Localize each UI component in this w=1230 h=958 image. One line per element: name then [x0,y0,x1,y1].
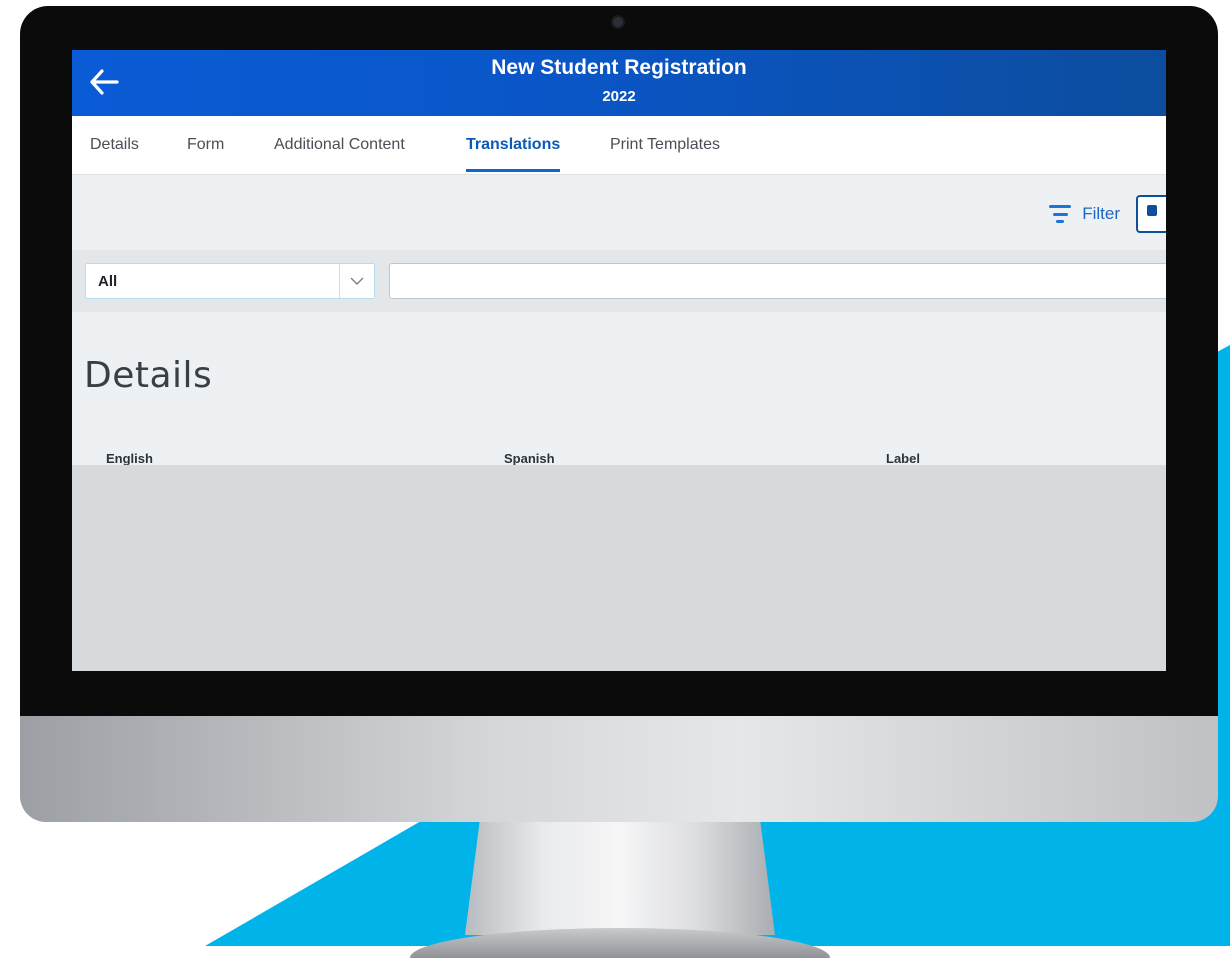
page-title: New Student Registration [491,56,747,79]
tab-details[interactable]: Details [90,116,139,174]
column-header-spanish: Spanish [504,451,555,466]
chevron-down-icon[interactable] [339,264,374,298]
column-header-label: Label [886,451,920,466]
tab-translations[interactable]: Translations [466,116,561,174]
app-header: New Student Registration 2022 [72,50,1166,116]
tab-form[interactable]: Form [187,116,224,174]
content-area: Filter All Details English Spanish Label [72,175,1166,466]
monitor-chin [20,716,1218,822]
tab-bar: Details Form Additional Content Translat… [72,116,1166,175]
filter-icon[interactable] [1048,205,1072,223]
page-subtitle: 2022 [602,88,636,105]
tab-additional-content[interactable]: Additional Content [274,116,405,174]
tab-print-templates[interactable]: Print Templates [610,116,720,174]
filter-button[interactable]: Filter [1082,204,1120,224]
section-title: Details [84,355,213,396]
search-input[interactable] [389,263,1166,299]
app-screen: New Student Registration 2022 Details Fo… [72,50,1166,671]
select-value: All [98,273,118,290]
action-icon [1147,205,1157,216]
webcam-icon [613,17,623,27]
filter-toolbar: Filter [1048,195,1166,233]
monitor-stand [465,815,775,935]
language-select[interactable]: All [85,263,375,299]
search-row: All [72,250,1166,312]
column-header-english: English [106,451,153,466]
toolbar-action-button[interactable] [1136,195,1166,233]
list-area [72,465,1166,671]
